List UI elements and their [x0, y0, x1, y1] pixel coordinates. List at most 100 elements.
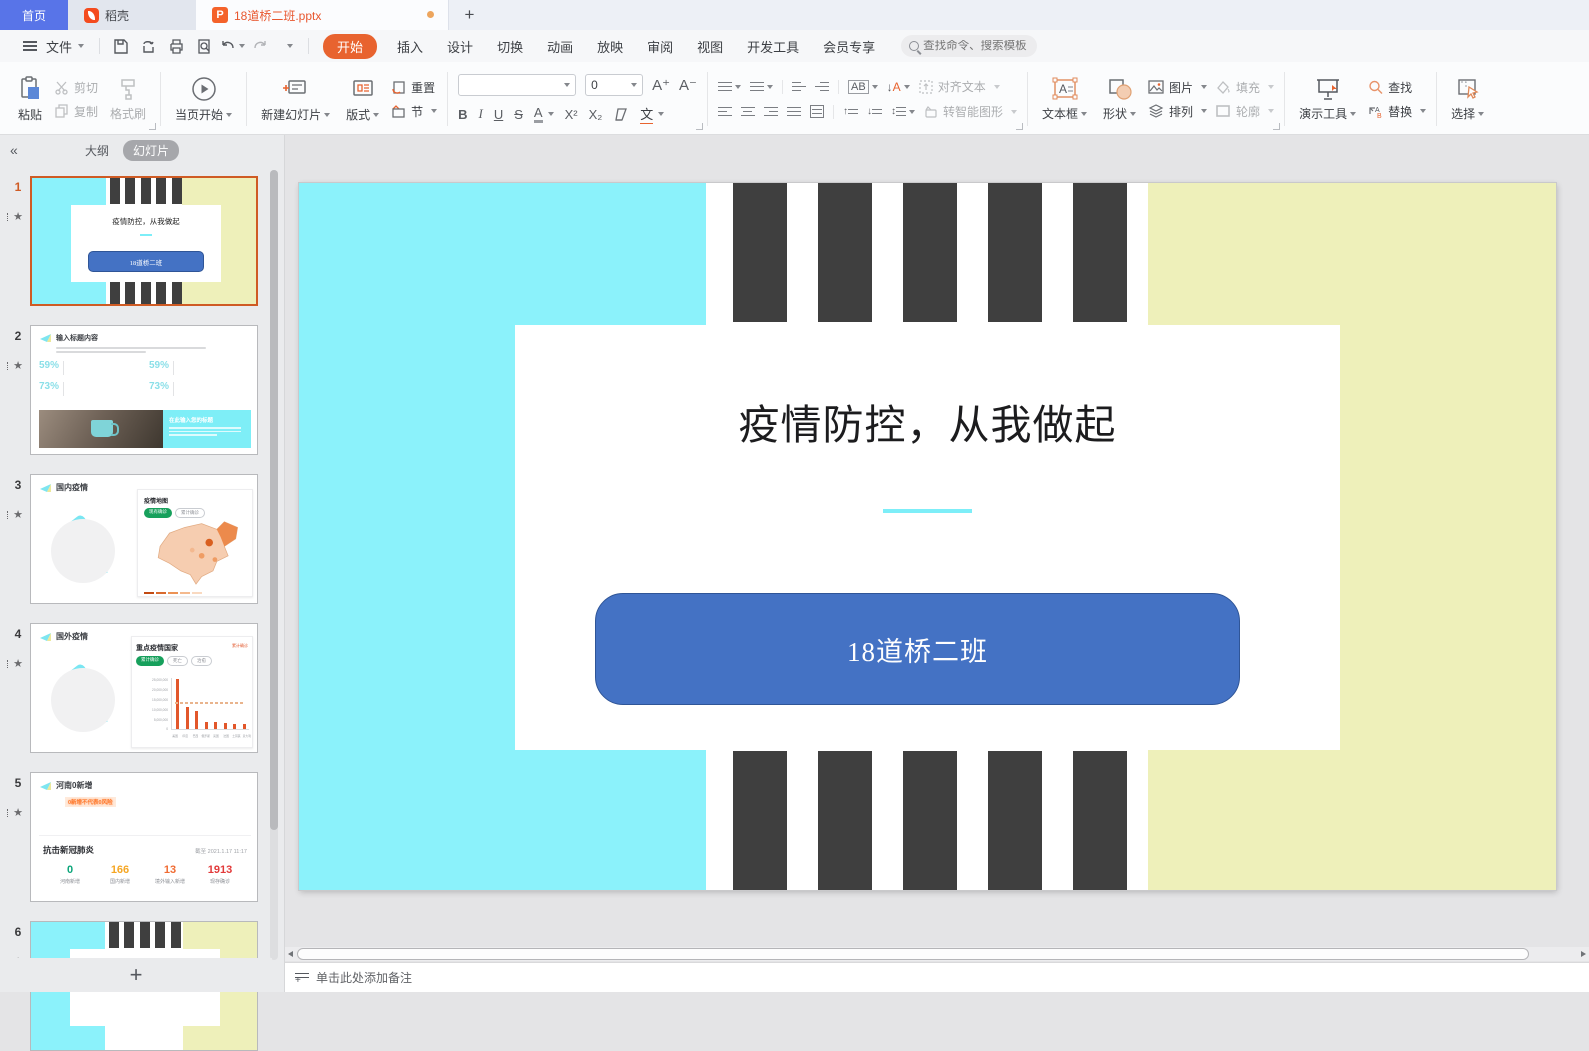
font-color-button[interactable]: A — [534, 105, 543, 123]
slide-thumbnail-5[interactable]: 河南0新增 0新增不代表0风险 抗击新冠肺炎 截至 2021.1.17 11:1… — [30, 772, 258, 902]
section-button[interactable]: 节 — [391, 103, 437, 120]
align-right-button[interactable] — [764, 104, 778, 119]
strikethrough-button[interactable]: S — [514, 107, 523, 122]
ribbon-tab-home[interactable]: 开始 — [323, 34, 377, 59]
chevron-down-icon — [1201, 85, 1207, 89]
character-spacing-button[interactable]: AB — [848, 80, 869, 94]
ribbon-tab-insert[interactable]: 插入 — [385, 37, 435, 56]
stat-percent: 59% — [149, 360, 169, 371]
new-slide-button[interactable]: 新建幻灯片 — [257, 74, 334, 125]
ribbon-tab-animation[interactable]: 动画 — [535, 37, 585, 56]
justify-button[interactable] — [787, 104, 801, 119]
spacing-after-button[interactable]: ↓ — [867, 106, 882, 117]
scrollbar-thumb[interactable] — [297, 948, 1529, 960]
presentation-tools-button[interactable]: 演示工具 — [1295, 75, 1360, 124]
spacing-before-button[interactable]: ↑ — [843, 106, 858, 117]
ribbon-tab-membership[interactable]: 会员专享 — [811, 37, 887, 56]
font-size-combobox[interactable]: 0 — [585, 74, 643, 96]
copy-button[interactable]: 复制 — [54, 103, 98, 120]
undo-button[interactable] — [219, 35, 245, 57]
bold-button[interactable]: B — [458, 107, 467, 122]
export-button[interactable] — [135, 35, 161, 57]
ribbon-tab-view[interactable]: 视图 — [685, 37, 735, 56]
main-slide[interactable]: 疫情防控，从我做起 18道桥二班 — [299, 183, 1556, 890]
find-button[interactable]: 查找 — [1368, 79, 1426, 96]
dialog-launcher-icon[interactable] — [1016, 123, 1023, 130]
notes-bar[interactable]: 单击此处添加备注 — [285, 962, 1589, 992]
distribute-button[interactable] — [810, 105, 824, 118]
add-slide-button[interactable]: + — [0, 958, 272, 992]
print-button[interactable] — [163, 35, 189, 57]
picture-button[interactable]: 图片 — [1148, 79, 1207, 96]
shrink-font-button[interactable]: A⁻ — [679, 76, 697, 94]
phonetic-guide-button[interactable]: 文 — [640, 104, 653, 124]
replace-button[interactable]: AB 替换 — [1368, 103, 1426, 120]
slide-title[interactable]: 疫情防控，从我做起 — [515, 391, 1340, 451]
chevron-down-icon — [239, 44, 245, 48]
tab-home[interactable]: 首页 — [0, 0, 68, 30]
format-painter-button[interactable]: 格式刷 — [106, 75, 150, 124]
tab-slides[interactable]: 幻灯片 — [123, 140, 179, 161]
font-name-combobox[interactable] — [458, 74, 576, 96]
layout-button[interactable]: 版式 — [342, 74, 383, 125]
numbered-list-button[interactable] — [750, 79, 773, 94]
shapes-button[interactable]: 形状 — [1099, 75, 1140, 124]
customize-toolbar-button[interactable] — [275, 35, 301, 57]
horizontal-scrollbar[interactable] — [285, 947, 1589, 961]
underline-button[interactable]: U — [494, 107, 503, 122]
slide-thumbnail-2[interactable]: 输入标题内容 59% 59% 73% 73% 在此输入您的标题 — [30, 325, 258, 455]
tab-docer[interactable]: 稻壳 — [68, 0, 196, 30]
decrease-indent-button[interactable] — [792, 79, 806, 94]
ribbon-tab-design[interactable]: 设计 — [435, 37, 485, 56]
save-button[interactable] — [107, 35, 133, 57]
tab-outline[interactable]: 大纲 — [85, 142, 109, 159]
line-spacing-button[interactable]: ↕ — [891, 104, 915, 119]
smart-graphic-button[interactable]: 转智能图形 — [924, 103, 1017, 120]
dialog-launcher-icon[interactable] — [696, 123, 703, 130]
subtitle-shape[interactable]: 18道桥二班 — [595, 593, 1240, 705]
align-center-button[interactable] — [741, 104, 755, 119]
command-search[interactable] — [901, 35, 1037, 57]
textbox-button[interactable]: A 文本框 — [1038, 75, 1091, 124]
italic-button[interactable]: I — [479, 106, 483, 122]
align-left-button[interactable] — [718, 104, 732, 119]
slide-thumbnail-3[interactable]: 国内疫情 疫情地图 现有确诊 累计确诊 — [30, 474, 258, 604]
cut-button[interactable]: 剪切 — [54, 79, 98, 96]
ribbon-tab-review[interactable]: 审阅 — [635, 37, 685, 56]
outline-button[interactable]: 轮廓 — [1215, 103, 1274, 120]
ribbon-tab-developer[interactable]: 开发工具 — [735, 37, 811, 56]
slide-thumbnail-1[interactable]: 疫情防控，从我做起 18道桥二班 — [30, 176, 258, 306]
redo-button[interactable] — [247, 35, 273, 57]
file-menu[interactable]: 文件 — [0, 30, 93, 62]
superscript-button[interactable]: X² — [565, 107, 578, 122]
paste-button[interactable]: 粘贴 — [14, 74, 46, 125]
scroll-left-arrow-icon[interactable] — [288, 951, 293, 957]
slide-thumbnail-4[interactable]: 国外疫情 重点疫情国家 累计确诊 累计确诊 死亡 治愈 — [30, 623, 258, 753]
plus-icon: + — [465, 5, 475, 25]
slide-number: 3 — [8, 478, 28, 492]
text-direction-button[interactable]: ↓A — [887, 80, 901, 94]
ribbon-tab-transition[interactable]: 切换 — [485, 37, 535, 56]
reset-button[interactable]: 重置 — [391, 79, 437, 96]
increase-indent-button[interactable] — [815, 79, 829, 94]
subscript-button[interactable]: X₂ — [589, 107, 603, 122]
align-text-button[interactable]: 对齐文本 — [919, 78, 1000, 95]
fill-button[interactable]: 填充 — [1215, 79, 1274, 96]
search-input[interactable] — [923, 40, 1031, 52]
select-button[interactable]: 选择 — [1447, 75, 1488, 124]
bullet-list-button[interactable] — [718, 79, 741, 94]
new-tab-button[interactable]: + — [448, 0, 490, 30]
ribbon-tab-slideshow[interactable]: 放映 — [585, 37, 635, 56]
arrange-button[interactable]: 排列 — [1148, 103, 1207, 120]
grow-font-button[interactable]: A⁺ — [652, 76, 670, 94]
sidebar-scrollbar[interactable] — [270, 170, 278, 960]
dialog-launcher-icon[interactable] — [1273, 123, 1280, 130]
copy-icon — [54, 104, 69, 119]
clear-format-icon[interactable] — [613, 108, 629, 121]
play-from-current-button[interactable]: 当页开始 — [171, 74, 236, 125]
scrollbar-thumb[interactable] — [270, 170, 278, 830]
tab-document[interactable]: P 18道桥二班.pptx — [196, 0, 448, 30]
scroll-right-arrow-icon[interactable] — [1581, 951, 1586, 957]
print-preview-button[interactable] — [191, 35, 217, 57]
dialog-launcher-icon[interactable] — [149, 123, 156, 130]
